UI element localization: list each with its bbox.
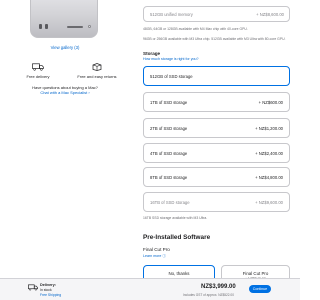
memory-option-512gb[interactable]: 512GB unified memory + NZ$8,600.00	[143, 6, 290, 22]
truck-icon	[32, 63, 44, 71]
storage-option-label: 8TB of SSD storage	[150, 175, 188, 180]
software-heading: Pre-Installed Software	[143, 234, 211, 241]
no-thanks-label: No, thanks	[168, 271, 190, 276]
storage-option-label: 1TB of SSD storage	[150, 100, 188, 105]
memory-option-label: 512GB unified memory	[150, 12, 193, 17]
power-led-icon	[88, 25, 91, 28]
truck-icon	[28, 284, 38, 291]
storage-option-price: + NZ$9,600.00	[255, 200, 283, 205]
checkout-summary-bar: Delivery: In stock Free Shipping NZ$3,99…	[0, 278, 300, 300]
storage-option-price: + NZ$2,400.00	[255, 151, 283, 156]
storage-option-1tb[interactable]: 1TB of SSD storage + NZ$600.00	[143, 92, 290, 112]
storage-note: 16TB SSD storage available with M3 Ultra…	[143, 216, 208, 220]
sd-slot-icon	[67, 26, 83, 28]
product-summary-panel: View gallery (3) Free delivery Free and …	[0, 0, 150, 300]
storage-option-2tb[interactable]: 2TB of SSD storage + NZ$1,200.00	[143, 118, 290, 138]
continue-button[interactable]: Continue	[249, 285, 271, 293]
storage-option-8tb[interactable]: 8TB of SSD storage + NZ$4,800.00	[143, 167, 290, 187]
gst-note: Includes GST of approx. NZ$522.00	[183, 293, 234, 297]
usb-port-icon	[45, 24, 48, 29]
final-cut-pro-title: Final Cut Pro	[143, 247, 170, 252]
free-delivery-label: Free delivery	[26, 74, 50, 79]
free-delivery-item: Free delivery	[13, 63, 63, 79]
storage-help-link[interactable]: How much storage is right for you?	[143, 57, 199, 61]
order-total: NZ$3,999.00	[201, 284, 236, 290]
delivery-label: Delivery:	[40, 283, 57, 287]
storage-option-512gb[interactable]: 512GB of SSD storage	[143, 66, 290, 86]
chat-specialist-link[interactable]: Chat with a Mac Specialist ›	[0, 90, 130, 95]
storage-option-label: 512GB of SSD storage	[150, 74, 193, 79]
memory-note: 48GB, 64GB or 128GB available with M4 Ma…	[143, 27, 248, 31]
view-gallery-link[interactable]: View gallery (3)	[0, 45, 130, 50]
memory-note: 96GB or 256GB available with M3 Ultra ch…	[143, 37, 286, 41]
learn-more-link[interactable]: Learn more ⓘ	[143, 254, 166, 259]
storage-option-4tb[interactable]: 4TB of SSD storage + NZ$2,400.00	[143, 143, 290, 163]
delivery-status: In stock	[40, 288, 52, 292]
final-cut-pro-label: Final Cut Pro	[242, 271, 269, 276]
box-icon	[92, 63, 102, 71]
storage-option-price: + NZ$1,200.00	[255, 126, 283, 131]
storage-option-label: 16TB of SSD storage	[150, 200, 190, 205]
storage-option-16tb[interactable]: 16TB of SSD storage + NZ$9,600.00	[143, 192, 290, 212]
storage-option-price: + NZ$600.00	[258, 100, 283, 105]
mac-studio-image	[30, 0, 98, 38]
free-shipping-link[interactable]: Free Shipping	[40, 293, 61, 297]
free-returns-label: Free and easy returns	[77, 74, 117, 79]
storage-option-label: 4TB of SSD storage	[150, 151, 188, 156]
storage-option-label: 2TB of SSD storage	[150, 126, 188, 131]
storage-heading: Storage	[143, 51, 161, 56]
storage-option-price: + NZ$4,800.00	[255, 175, 283, 180]
usb-port-icon	[39, 24, 42, 29]
memory-option-price: + NZ$8,600.00	[256, 12, 284, 17]
free-returns-item: Free and easy returns	[72, 63, 122, 79]
